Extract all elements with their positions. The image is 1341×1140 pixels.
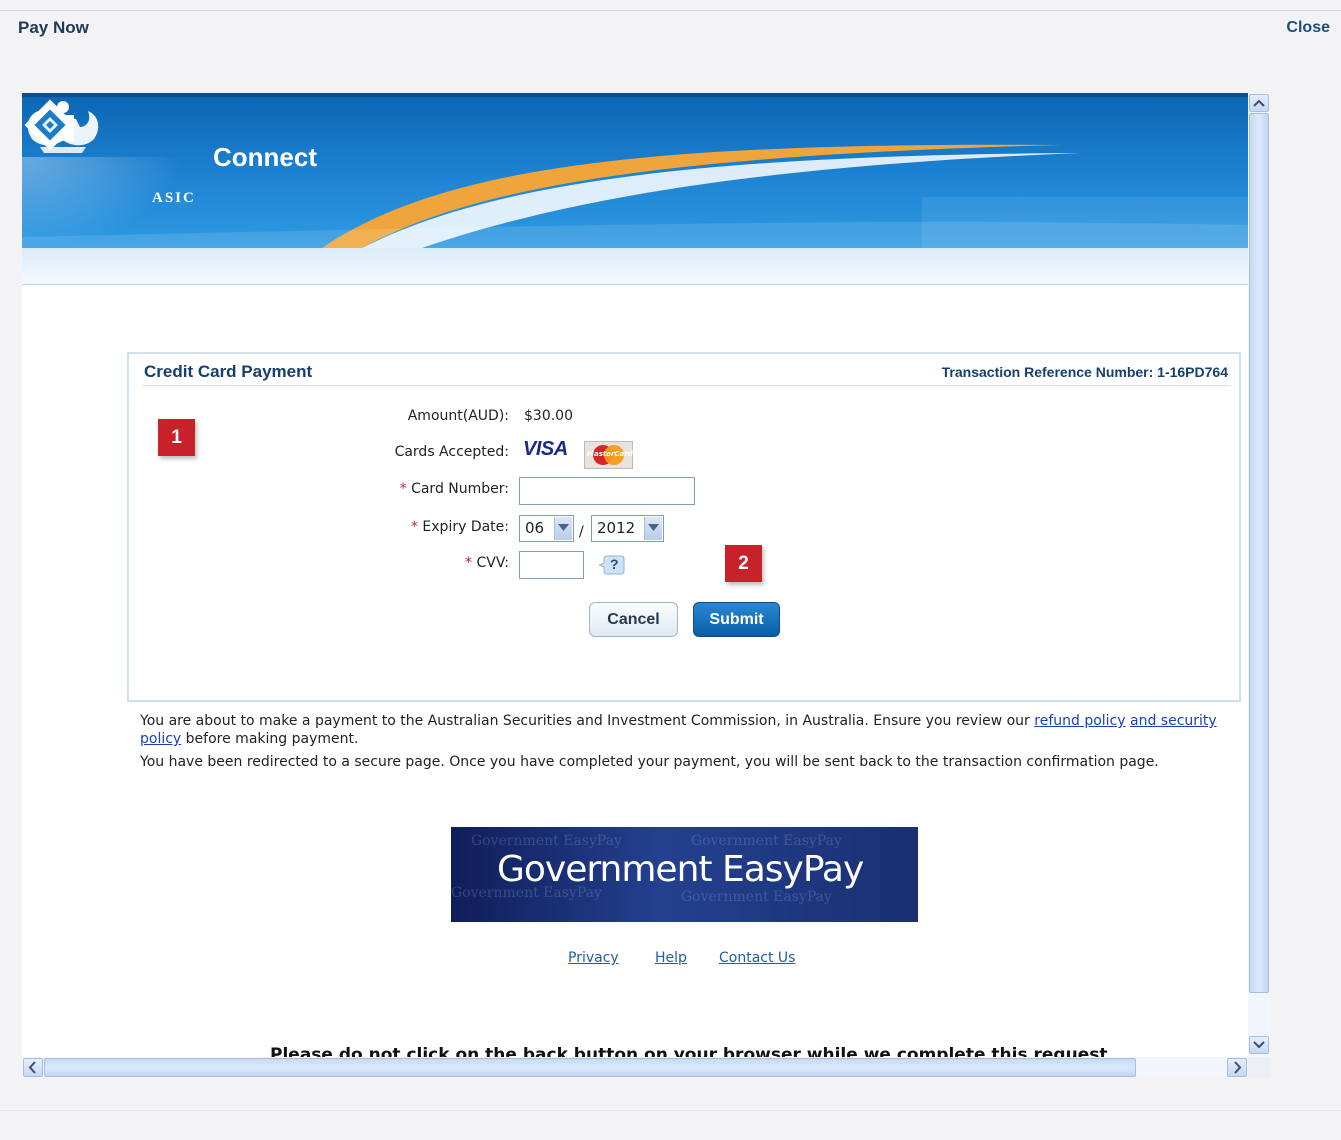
panel-title: Credit Card Payment xyxy=(144,362,313,381)
bottom-divider xyxy=(0,1110,1341,1111)
banner-subbar xyxy=(22,248,1248,285)
notice-text: You are about to make a payment to the A… xyxy=(140,713,1030,729)
logo-background-text: Government EasyPay xyxy=(691,833,842,849)
card-number-input[interactable] xyxy=(519,477,695,505)
banner-swoosh-graphic xyxy=(22,144,1248,248)
panel-header: Credit Card Payment Transaction Referenc… xyxy=(142,360,1230,386)
vertical-scroll-thumb[interactable] xyxy=(1249,113,1269,993)
org-name: ASIC xyxy=(152,190,196,206)
connect-logo-icon xyxy=(24,99,76,151)
card-number-label-text: Card Number: xyxy=(411,481,509,497)
expiry-month-select[interactable]: 06 xyxy=(519,515,574,542)
scroll-down-button[interactable] xyxy=(1249,1036,1269,1054)
expiry-year-value: 2012 xyxy=(597,519,636,537)
scrollbar-corner xyxy=(1248,1057,1270,1078)
cvv-input[interactable] xyxy=(519,551,584,579)
help-link[interactable]: Help xyxy=(655,950,687,966)
payment-iframe: Connect ASIC Credit Card Payment Transac… xyxy=(22,93,1270,1078)
cancel-button[interactable]: Cancel xyxy=(589,602,678,637)
top-divider xyxy=(0,10,1341,11)
card-number-label: * Card Number: xyxy=(249,481,509,497)
chevron-down-icon[interactable] xyxy=(554,517,572,540)
chevron-right-icon xyxy=(1234,1061,1242,1074)
expiry-date-label-text: Expiry Date: xyxy=(422,519,509,535)
chevron-down-icon xyxy=(1253,1041,1265,1049)
required-marker: * xyxy=(465,555,477,571)
contact-us-link[interactable]: Contact Us xyxy=(719,950,795,966)
horizontal-scroll-thumb[interactable] xyxy=(44,1058,1136,1077)
privacy-link[interactable]: Privacy xyxy=(568,950,619,966)
chevron-down-icon[interactable] xyxy=(644,517,662,540)
expiry-separator: / xyxy=(579,524,584,540)
notice-paragraph-2: You have been redirected to a secure pag… xyxy=(140,754,1159,770)
amount-label: Amount(AUD): xyxy=(407,408,509,424)
mastercard-logo-icon: MasterCard xyxy=(584,441,633,469)
required-marker: * xyxy=(410,519,423,535)
refund-policy-link[interactable]: refund policy xyxy=(1034,713,1125,729)
visa-text: VISA xyxy=(523,438,568,460)
cvv-label-text: CVV: xyxy=(476,555,509,571)
required-marker: * xyxy=(399,481,412,497)
notice-paragraph-1: You are about to make a payment to the A… xyxy=(140,712,1220,748)
callout-badge-2: 2 xyxy=(725,545,762,582)
help-question-mark: ? xyxy=(610,556,619,572)
visa-logo-icon: VISA xyxy=(523,438,568,461)
notice-text-after: before making payment. xyxy=(185,731,359,747)
scroll-left-button[interactable] xyxy=(23,1058,43,1077)
expiry-month-value: 06 xyxy=(525,519,545,537)
mastercard-text: MasterCard xyxy=(587,450,633,458)
close-link[interactable]: Close xyxy=(1286,19,1330,37)
transaction-reference: Transaction Reference Number: 1-16PD764 xyxy=(941,364,1228,380)
scroll-right-button[interactable] xyxy=(1227,1058,1247,1077)
easypay-title: Government EasyPay xyxy=(497,849,864,890)
callout-badge-1: 1 xyxy=(158,419,195,456)
dialog-title: Pay Now xyxy=(18,18,89,37)
logo-background-text: Government EasyPay xyxy=(681,889,832,905)
cvv-help-icon[interactable]: ? xyxy=(597,554,625,576)
brand-name: Connect xyxy=(213,142,317,172)
asic-connect-banner: Connect ASIC xyxy=(22,93,1248,248)
cards-accepted-label: Cards Accepted: xyxy=(394,444,509,460)
expiry-year-select[interactable]: 2012 xyxy=(591,515,664,542)
cvv-label: * CVV: xyxy=(249,555,509,571)
chevron-left-icon xyxy=(28,1061,36,1074)
expiry-date-label: * Expiry Date: xyxy=(249,519,509,535)
amount-value: $30.00 xyxy=(524,408,573,424)
horizontal-scrollbar[interactable] xyxy=(22,1057,1248,1078)
submit-button[interactable]: Submit xyxy=(693,602,780,637)
vertical-scrollbar[interactable] xyxy=(1248,93,1270,1078)
government-easypay-logo: Government EasyPay Government EasyPay Go… xyxy=(451,827,918,922)
chevron-up-icon xyxy=(1253,99,1265,107)
logo-background-text: Government EasyPay xyxy=(471,833,622,849)
scroll-up-button[interactable] xyxy=(1249,94,1269,112)
